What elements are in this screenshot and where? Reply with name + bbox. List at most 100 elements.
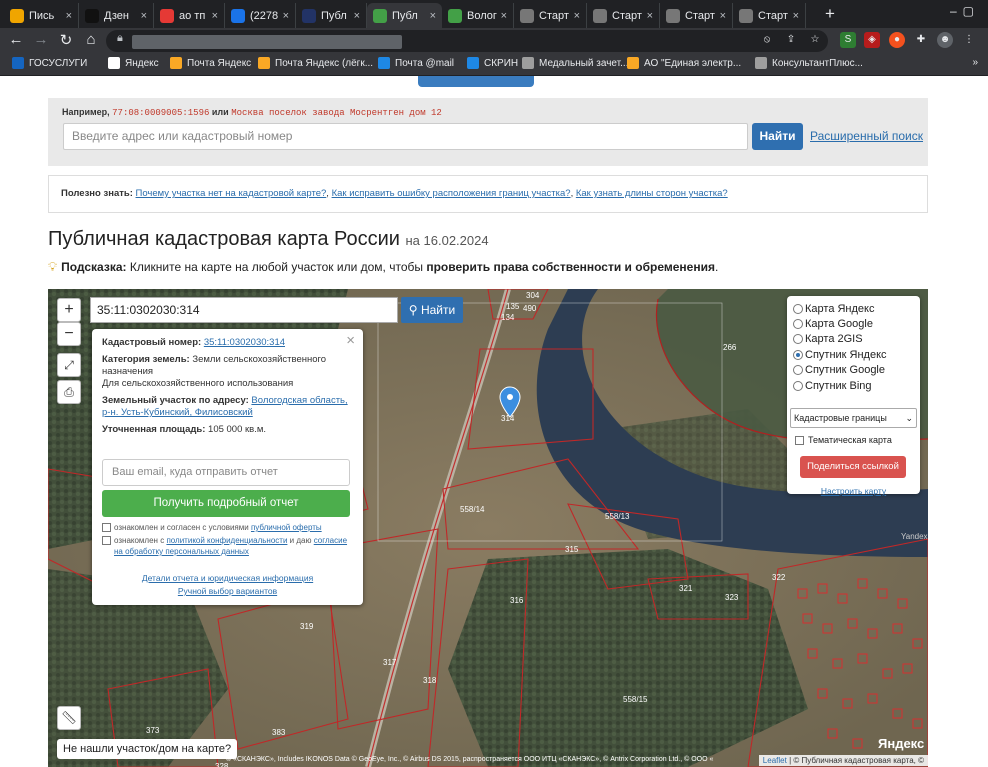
map-search-input[interactable]: 35:11:0302030:314 bbox=[90, 297, 398, 323]
cadastral-map[interactable]: 304 135 490 134 266 314 558/14 558/13 315 316 322 3… bbox=[48, 289, 928, 767]
example-address[interactable]: Москва поселок завода Мосрентген дом 12 bbox=[231, 108, 442, 118]
tab-close-icon[interactable]: × bbox=[354, 10, 360, 22]
parcel-label[interactable]: 317 bbox=[383, 658, 397, 667]
bookmark-item[interactable]: КонсультантПлюс... bbox=[755, 57, 863, 69]
offer-link[interactable]: публичной оферты bbox=[251, 523, 322, 532]
browser-tab[interactable]: Публ × bbox=[296, 3, 367, 28]
browser-tab[interactable]: Дзен × bbox=[79, 3, 154, 28]
reload-icon[interactable]: ↻ bbox=[56, 31, 76, 49]
back-icon[interactable]: ← bbox=[6, 31, 26, 48]
tab-close-icon[interactable]: × bbox=[212, 10, 218, 22]
bookmark-item[interactable]: Медальный зачет... bbox=[522, 57, 628, 69]
radio-button[interactable] bbox=[793, 319, 803, 330]
parcel-label[interactable]: 373 bbox=[146, 726, 160, 735]
configure-map-link[interactable]: Настроить карту bbox=[787, 486, 920, 496]
privacy-link[interactable]: политикой конфиденциальности bbox=[166, 536, 287, 545]
profile-avatar-icon[interactable]: ☻ bbox=[937, 32, 953, 48]
browser-tab[interactable]: ао тп × bbox=[154, 3, 225, 28]
parcel-label[interactable]: 558/13 bbox=[605, 512, 630, 521]
useful-link-fix-borders[interactable]: Как исправить ошибку расположения границ… bbox=[332, 188, 571, 199]
top-nav-button[interactable] bbox=[418, 76, 534, 87]
base-layer-option[interactable]: Карта 2GIS bbox=[793, 332, 914, 347]
bookmark-item[interactable]: Почта @mail bbox=[378, 57, 454, 69]
zoom-in-button[interactable]: + bbox=[57, 298, 81, 322]
map-find-button[interactable]: ⚲ Найти bbox=[401, 297, 463, 323]
browser-tab[interactable]: Старт × bbox=[514, 3, 587, 28]
parcel-label[interactable]: 134 bbox=[501, 313, 515, 322]
parcel-label[interactable]: 266 bbox=[723, 343, 737, 352]
tab-close-icon[interactable]: × bbox=[501, 10, 507, 22]
browser-tab[interactable]: Пись × bbox=[4, 3, 79, 28]
advanced-search-link[interactable]: Расширенный поиск bbox=[810, 129, 923, 143]
parcel-label[interactable]: 558/15 bbox=[623, 695, 648, 704]
not-found-button[interactable]: Не нашли участок/дом на карте? bbox=[57, 739, 238, 759]
extension-s-icon[interactable]: S bbox=[840, 32, 856, 48]
base-layer-option[interactable]: Карта Яндекс bbox=[793, 301, 914, 316]
parcel-label[interactable]: 314 bbox=[501, 414, 515, 423]
extension-cookie-icon[interactable]: ● bbox=[889, 32, 905, 48]
radio-button[interactable] bbox=[793, 365, 803, 376]
browser-tab[interactable]: Волог × bbox=[442, 3, 514, 28]
share-icon[interactable]: ⇪ bbox=[783, 32, 799, 48]
find-button[interactable]: Найти bbox=[752, 123, 803, 150]
parcel-label[interactable]: 322 bbox=[772, 573, 786, 582]
radio-button[interactable] bbox=[793, 334, 803, 345]
details-link[interactable]: Детали отчета и юридическая информация bbox=[142, 573, 313, 583]
tab-close-icon[interactable]: × bbox=[574, 10, 580, 22]
parcel-label[interactable]: 304 bbox=[526, 291, 540, 300]
forward-icon[interactable]: → bbox=[31, 31, 51, 48]
base-layer-option[interactable]: Карта Google bbox=[793, 316, 914, 331]
fullscreen-icon[interactable]: ⤢ bbox=[57, 353, 81, 377]
bookmark-item[interactable]: Почта Яндекс (лёгк... bbox=[258, 57, 373, 69]
bookmark-item[interactable]: ГОСУСЛУГИ bbox=[12, 57, 87, 69]
parcel-label[interactable]: 323 bbox=[725, 593, 739, 602]
bookmark-item[interactable]: Яндекс bbox=[108, 57, 159, 69]
leaflet-link[interactable]: Leaflet bbox=[763, 756, 787, 765]
extensions-puzzle-icon[interactable]: ✚ bbox=[913, 32, 929, 48]
ruler-icon[interactable]: 📏︎ bbox=[57, 706, 81, 730]
example-number[interactable]: 77:08:0009005:1596 bbox=[112, 108, 209, 118]
radio-button[interactable] bbox=[793, 380, 803, 391]
get-report-button[interactable]: Получить подробный отчет bbox=[102, 490, 350, 517]
parcel-label[interactable]: 316 bbox=[510, 596, 524, 605]
parcel-label[interactable]: 383 bbox=[272, 728, 286, 737]
parcel-label[interactable]: 318 bbox=[423, 676, 437, 685]
menu-kebab-icon[interactable]: ⋮ bbox=[961, 32, 977, 48]
tab-close-icon[interactable]: × bbox=[720, 10, 726, 22]
address-search-input[interactable]: Введите адрес или кадастровый номер bbox=[63, 123, 748, 150]
new-tab-icon[interactable]: + bbox=[825, 4, 835, 24]
parcel-label[interactable]: 319 bbox=[300, 622, 314, 631]
tab-close-icon[interactable]: × bbox=[793, 10, 799, 22]
cad-number-link[interactable]: 35:11:0302030:314 bbox=[204, 337, 285, 348]
checkbox-box[interactable] bbox=[102, 536, 111, 545]
tab-close-icon[interactable]: × bbox=[647, 10, 653, 22]
parcel-label[interactable]: 135 bbox=[506, 302, 520, 311]
manual-select-link[interactable]: Ручной выбор вариантов bbox=[178, 586, 277, 596]
radio-button[interactable] bbox=[793, 303, 803, 314]
print-icon[interactable]: ⎙ bbox=[57, 380, 81, 404]
browser-tab[interactable]: Старт × bbox=[587, 3, 660, 28]
parcel-label[interactable]: 558/14 bbox=[460, 505, 485, 514]
browser-tab[interactable]: Старт × bbox=[733, 3, 806, 28]
incognito-eye-icon[interactable]: ⦸ bbox=[759, 32, 775, 48]
window-controls[interactable]: –▢ bbox=[950, 4, 980, 18]
more-bookmarks-icon[interactable]: » bbox=[972, 57, 978, 68]
share-link-button[interactable]: Поделиться ссылкой bbox=[800, 456, 906, 478]
address-bar[interactable] bbox=[106, 30, 828, 52]
offer-consent-checkbox[interactable]: ознакомлен и согласен с условиями публич… bbox=[102, 522, 322, 533]
bookmark-star-icon[interactable]: ☆ bbox=[807, 32, 823, 48]
radio-button[interactable] bbox=[793, 349, 803, 360]
browser-tab[interactable]: Публ × bbox=[367, 3, 442, 28]
home-icon[interactable]: ⌂ bbox=[81, 31, 101, 48]
bookmark-item[interactable]: СКРИН bbox=[467, 57, 518, 69]
parcel-label[interactable]: 490 bbox=[523, 304, 537, 313]
base-layer-option[interactable]: Спутник Google bbox=[793, 363, 914, 378]
useful-link-missing-parcel[interactable]: Почему участка нет на кадастровой карте? bbox=[136, 188, 327, 199]
zoom-out-button[interactable]: − bbox=[57, 322, 81, 346]
useful-link-side-lengths[interactable]: Как узнать длины сторон участка? bbox=[576, 188, 728, 199]
base-layer-option[interactable]: Спутник Bing bbox=[793, 378, 914, 393]
checkbox-box[interactable] bbox=[795, 435, 804, 445]
parcel-label[interactable]: 315 bbox=[565, 545, 579, 554]
browser-tab[interactable]: Старт × bbox=[660, 3, 733, 28]
checkbox-box[interactable] bbox=[102, 523, 111, 532]
